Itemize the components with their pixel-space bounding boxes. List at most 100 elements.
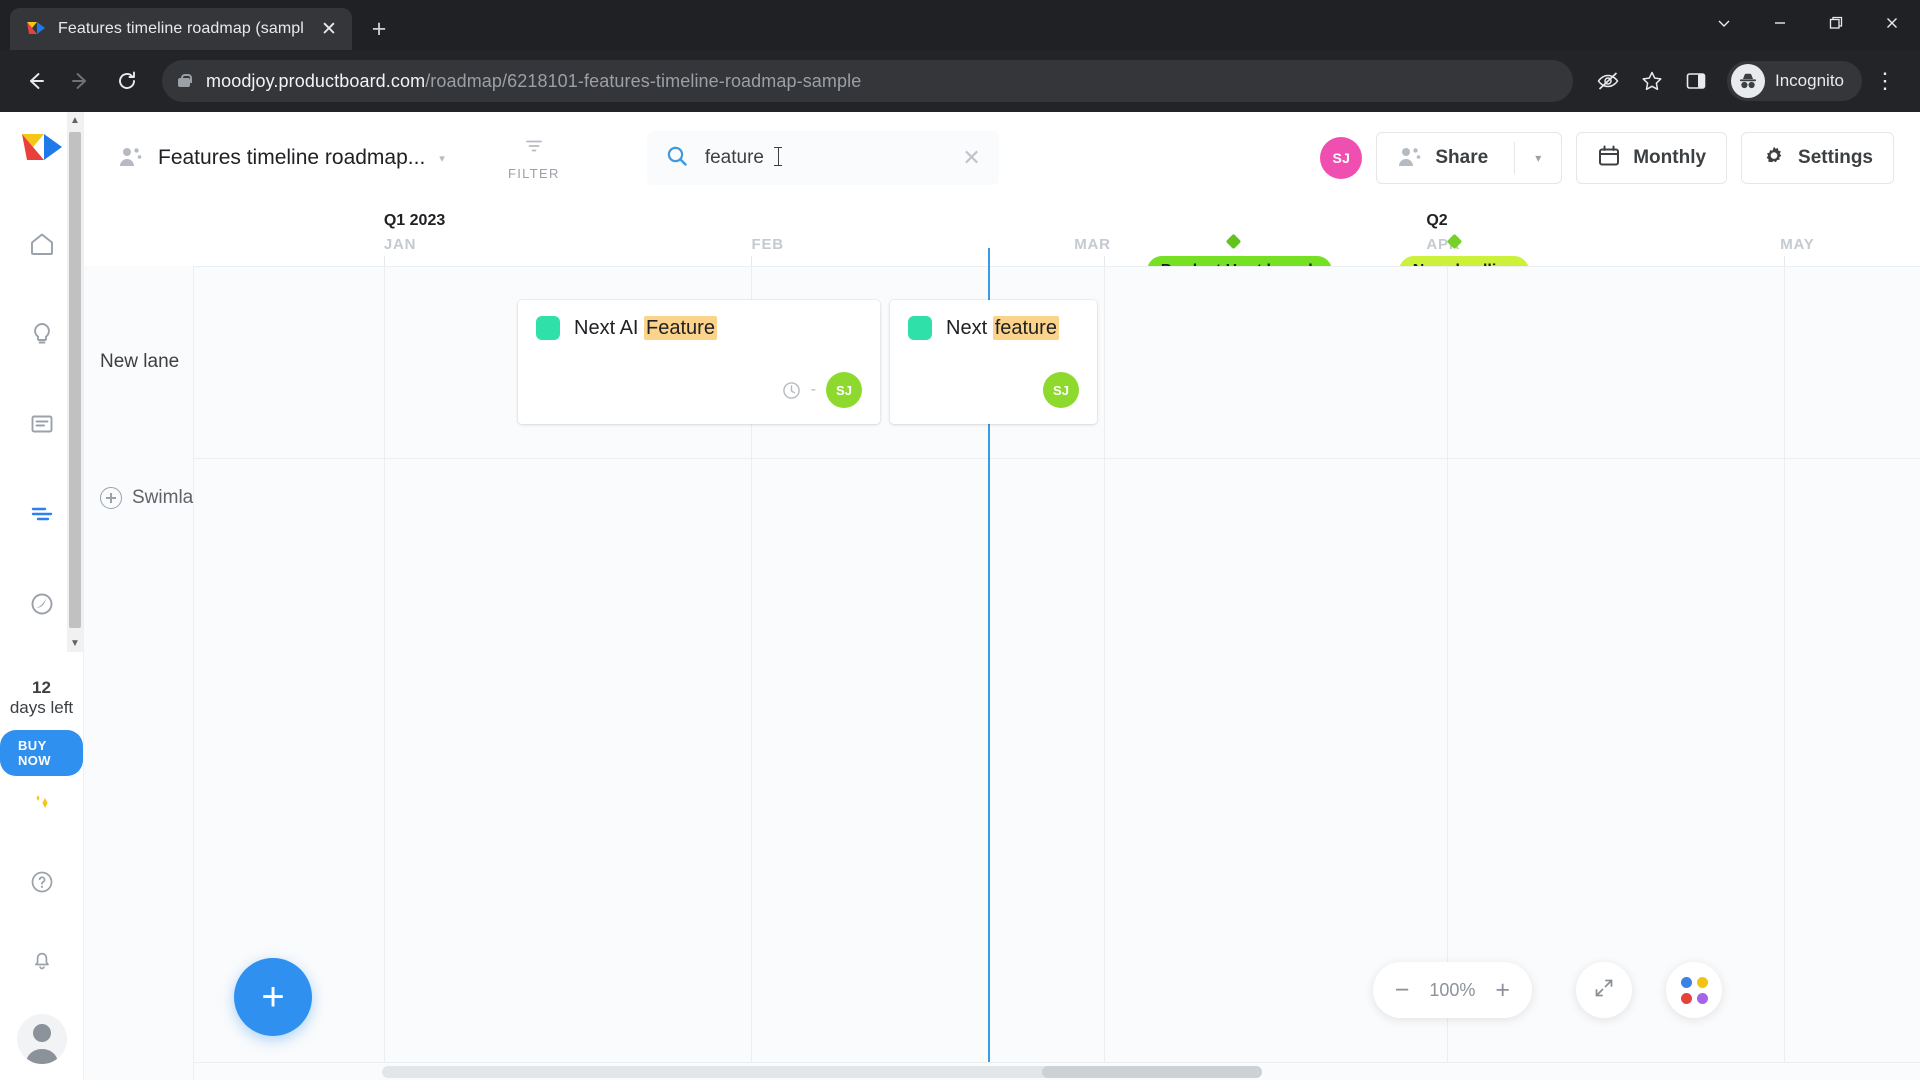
chevron-down-icon[interactable]: ▾	[439, 152, 445, 165]
minimize-button[interactable]	[1752, 0, 1808, 46]
lane-add-swimlane[interactable]: Swimlane	[84, 458, 214, 538]
add-feature-button[interactable]: +	[234, 958, 312, 1036]
month-label: MAR	[1074, 236, 1111, 253]
assignee-avatar[interactable]: SJ	[826, 372, 862, 408]
share-label: Share	[1435, 147, 1489, 168]
search-input[interactable]: feature ✕	[646, 131, 999, 185]
view-mode-label: Monthly	[1633, 147, 1707, 168]
incognito-indicator[interactable]: Incognito	[1727, 61, 1862, 101]
avatar[interactable]: SJ	[1320, 137, 1363, 179]
feature-name: Next AI Feature	[574, 315, 717, 340]
url-text: moodjoy.productboard.com/roadmap/6218101…	[206, 71, 861, 92]
sidebar-item-help[interactable]	[18, 858, 66, 906]
sidebar-item-home[interactable]	[18, 220, 66, 268]
lanes-column: New lane Swimlane	[84, 266, 214, 1080]
feature-color-swatch	[536, 316, 560, 340]
quarter-label: Q2	[1426, 212, 1448, 229]
sidebar-item-objectives[interactable]	[18, 580, 66, 628]
expand-arrows-icon	[1592, 976, 1616, 1005]
productboard-logo[interactable]	[20, 128, 64, 172]
tab-strip: Features timeline roadmap (sample) ✕ +	[0, 0, 1920, 50]
settings-label: Settings	[1798, 147, 1873, 168]
browser-window: Features timeline roadmap (sample) ✕ + m…	[0, 0, 1920, 1080]
estimate-value: -	[810, 381, 816, 398]
share-button[interactable]: Share ▾	[1376, 132, 1563, 184]
fullscreen-button[interactable]	[1576, 962, 1632, 1018]
new-tab-button[interactable]: +	[362, 12, 396, 46]
sidebar-bottom-group	[0, 780, 84, 1068]
timeline-scale: Q1 2023 Q2 JAN FEB MAR APR MAY	[194, 204, 1920, 272]
app-dot	[1680, 976, 1692, 988]
sidebar-scrollbar[interactable]: ▲ ▼	[67, 112, 83, 652]
forward-button[interactable]	[60, 60, 102, 102]
month-label: FEB	[751, 236, 784, 253]
funnel-icon	[523, 136, 545, 163]
scroll-down-arrow[interactable]: ▼	[70, 635, 80, 652]
feature-color-swatch	[908, 316, 932, 340]
search-icon	[665, 144, 689, 173]
timeline-corner	[84, 204, 194, 266]
trial-status: 12 days left	[10, 678, 73, 718]
url-host: moodjoy.productboard.com	[206, 70, 426, 91]
sidebar-item-whats-new[interactable]	[18, 780, 66, 828]
lane-new-lane[interactable]: New lane	[84, 266, 193, 458]
feature-card[interactable]: Next feature SJ	[890, 300, 1097, 424]
productboard-favicon	[26, 19, 46, 39]
feature-card[interactable]: Next AI Feature - SJ	[518, 300, 880, 424]
search-text-value: feature	[704, 147, 764, 168]
maximize-button[interactable]	[1808, 0, 1864, 46]
roadmap-timeline: Q1 2023Q2JANFEBMARAPRMAY Product Hunt la…	[84, 204, 1920, 1080]
sidebar-item-features[interactable]	[18, 400, 66, 448]
scrollbar-thumb[interactable]	[1042, 1066, 1262, 1078]
filter-button[interactable]: FILTER	[499, 136, 569, 181]
four-dots-icon	[1680, 976, 1708, 1004]
toolbar-right: Incognito ⋮	[1587, 60, 1906, 102]
text-cursor-icon	[774, 147, 783, 166]
zoom-out-button[interactable]: −	[1395, 977, 1410, 1003]
clear-search-icon[interactable]: ✕	[962, 147, 980, 169]
back-button[interactable]	[14, 60, 56, 102]
assignee-avatar[interactable]: SJ	[1043, 372, 1079, 408]
sidebar-item-roadmaps[interactable]	[18, 490, 66, 538]
zoom-in-button[interactable]: +	[1495, 977, 1510, 1003]
app-dot	[1696, 976, 1708, 988]
incognito-label: Incognito	[1775, 71, 1844, 90]
eye-slash-icon[interactable]	[1587, 60, 1629, 102]
timeline-grid[interactable]: Next AI Feature - SJ Next feature SJ	[194, 266, 1920, 1080]
close-window-button[interactable]	[1864, 0, 1920, 46]
scroll-up-arrow[interactable]: ▲	[70, 112, 80, 129]
roadmap-title-group[interactable]: Features timeline roadmap... ▾	[118, 145, 445, 172]
close-icon[interactable]: ✕	[316, 16, 342, 42]
tab-title: Features timeline roadmap (sample)	[58, 20, 304, 37]
bookmark-star-icon[interactable]	[1631, 60, 1673, 102]
horizontal-scrollbar[interactable]	[194, 1062, 1920, 1080]
clock-icon	[782, 381, 801, 400]
sidebar-item-insights[interactable]	[18, 310, 66, 358]
apps-button[interactable]	[1666, 962, 1722, 1018]
browser-menu-button[interactable]: ⋮	[1864, 60, 1906, 102]
side-panel-icon[interactable]	[1675, 60, 1717, 102]
reload-button[interactable]	[106, 60, 148, 102]
grid-line	[194, 458, 1920, 459]
today-marker-head	[987, 248, 990, 266]
grid-line	[383, 266, 385, 1080]
sidebar-item-profile[interactable]	[17, 1014, 67, 1064]
quarter-label: Q1 2023	[383, 212, 446, 229]
chevron-down-icon[interactable]: ▾	[1531, 151, 1541, 165]
month-label: JAN	[383, 236, 417, 253]
sidebar-item-notifications[interactable]	[18, 936, 66, 984]
filter-label: FILTER	[508, 165, 560, 181]
search-highlight: feature	[992, 315, 1059, 340]
month-label: APR	[1426, 236, 1461, 253]
address-bar[interactable]: moodjoy.productboard.com/roadmap/6218101…	[162, 60, 1573, 102]
buy-now-button[interactable]: BUY NOW	[0, 729, 83, 776]
browser-tab[interactable]: Features timeline roadmap (sample) ✕	[10, 8, 352, 50]
view-mode-button[interactable]: Monthly	[1576, 132, 1728, 184]
settings-button[interactable]: Settings	[1741, 132, 1894, 184]
timeline-body: New lane Swimlane Next AI Feature - SJ Next…	[84, 266, 1920, 1080]
trial-days-label: days left	[9, 697, 74, 717]
zoom-level-label: 100%	[1429, 979, 1476, 1000]
divider	[1514, 142, 1516, 174]
scrollbar-thumb[interactable]	[69, 132, 81, 628]
tab-search-button[interactable]	[1696, 0, 1752, 46]
